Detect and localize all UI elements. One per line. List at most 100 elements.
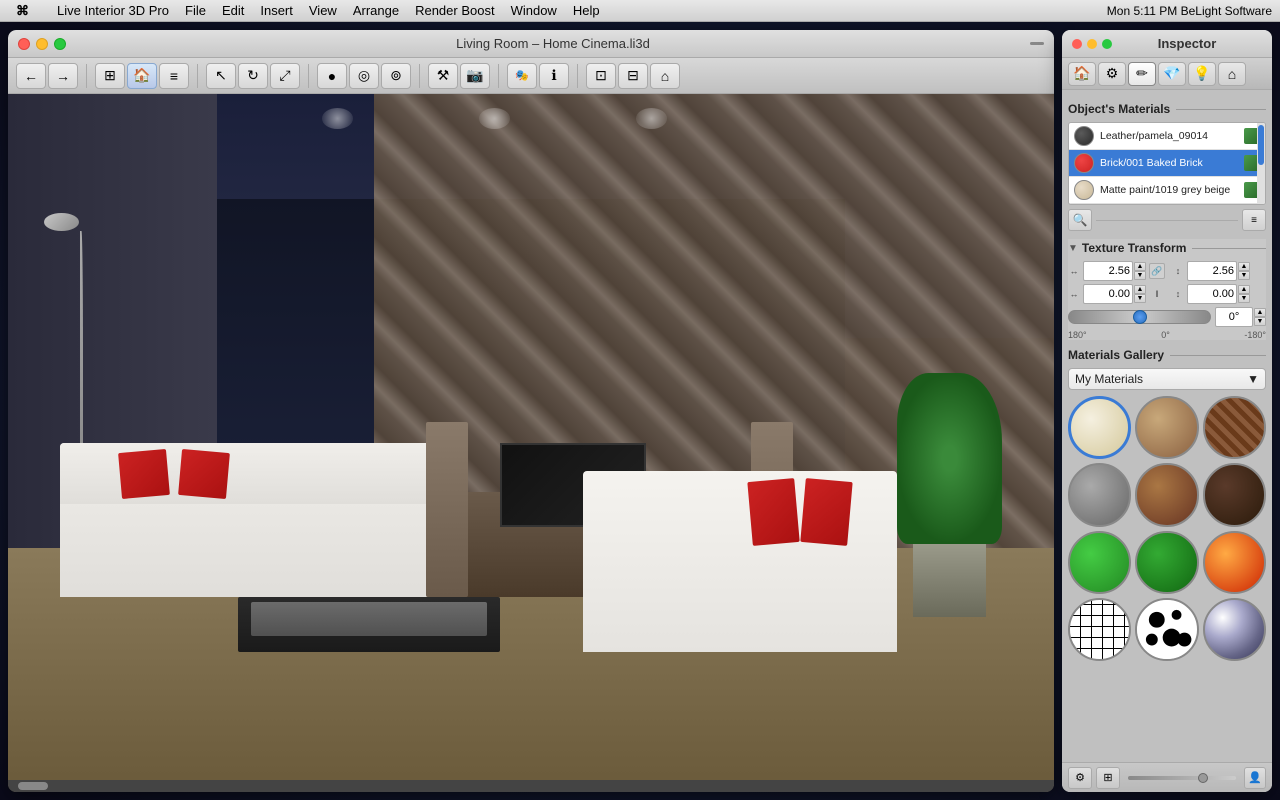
scale-y-stepper: ▲ ▼ — [1238, 262, 1250, 280]
gallery-item-7[interactable] — [1135, 531, 1198, 594]
menu-render-boost[interactable]: Render Boost — [407, 0, 503, 22]
viewport-3d[interactable] — [8, 94, 1054, 792]
back-button[interactable]: ← — [16, 63, 46, 89]
gallery-item-1[interactable] — [1135, 396, 1198, 459]
scale-y-up[interactable]: ▲ — [1238, 262, 1250, 271]
tab-settings[interactable]: ⚙ — [1098, 62, 1126, 86]
menubar-clock: Mon 5:11 PM BeLight Software — [1107, 4, 1272, 18]
gallery-item-9[interactable] — [1068, 598, 1131, 661]
gallery-item-3[interactable] — [1068, 463, 1131, 526]
offset-x-input[interactable] — [1083, 284, 1133, 304]
materials-scrollbar[interactable] — [1257, 123, 1265, 204]
rotation-slider-track[interactable] — [1068, 310, 1211, 324]
person-icon-button[interactable]: 👤 — [1244, 767, 1266, 789]
area-light-tool[interactable]: ⊚ — [381, 63, 411, 89]
menu-edit[interactable]: Edit — [214, 0, 252, 22]
collapse-button[interactable] — [1030, 42, 1044, 45]
inspector-max[interactable] — [1102, 39, 1112, 49]
rotation-slider-thumb[interactable] — [1133, 310, 1147, 324]
list-button[interactable]: ≡ — [159, 63, 189, 89]
gallery-dropdown[interactable]: My Materials ▼ — [1068, 368, 1266, 390]
material-name-2: Matte paint/1019 grey beige — [1100, 184, 1238, 196]
speaker-left — [426, 422, 468, 597]
spot-light-tool[interactable]: ◎ — [349, 63, 379, 89]
gallery-item-6[interactable] — [1068, 531, 1131, 594]
menu-app[interactable]: Live Interior 3D Pro — [49, 0, 177, 22]
add-material-button[interactable]: ⚙ — [1068, 767, 1092, 789]
mat-options-button[interactable]: ≡ — [1242, 209, 1266, 231]
gallery-item-2[interactable] — [1203, 396, 1266, 459]
menu-file[interactable]: File — [177, 0, 214, 22]
traffic-lights — [18, 38, 66, 50]
zoom-slider-thumb[interactable] — [1198, 773, 1208, 783]
inspector-min[interactable] — [1087, 39, 1097, 49]
select-tool[interactable]: ↖ — [206, 63, 236, 89]
expand-button[interactable]: ⊞ — [1096, 767, 1120, 789]
point-light-tool[interactable]: ● — [317, 63, 347, 89]
menu-insert[interactable]: Insert — [252, 0, 301, 22]
rotate-tool[interactable]: ↻ — [238, 63, 268, 89]
scale-x-up[interactable]: ▲ — [1134, 262, 1146, 271]
tab-light[interactable]: 💡 — [1188, 62, 1216, 86]
maximize-button[interactable] — [54, 38, 66, 50]
camera-tool[interactable]: 📷 — [460, 63, 490, 89]
tab-object[interactable]: 🏠 — [1068, 62, 1096, 86]
material-item-1[interactable]: Brick/001 Baked Brick — [1069, 150, 1265, 177]
close-button[interactable] — [18, 38, 30, 50]
apple-menu[interactable]: ⌘ — [8, 0, 37, 22]
scale-y-down[interactable]: ▼ — [1238, 271, 1250, 280]
zoom-slider[interactable] — [1128, 776, 1236, 780]
minimize-button[interactable] — [36, 38, 48, 50]
render-button[interactable]: 🎭 — [507, 63, 537, 89]
gallery-item-8[interactable] — [1203, 531, 1266, 594]
tab-material[interactable]: ✏ — [1128, 62, 1156, 86]
offset-row: ↔ ▲ ▼ I ↕ ▲ ▼ — [1068, 284, 1266, 304]
view-top[interactable]: ⊡ — [586, 63, 616, 89]
section-materials-gallery: Materials Gallery — [1068, 346, 1266, 364]
rotation-stepper: ▲ ▼ — [1254, 308, 1266, 326]
gallery-item-11[interactable] — [1203, 598, 1266, 661]
offset-x-down[interactable]: ▼ — [1134, 294, 1146, 303]
scale-y-input[interactable] — [1187, 261, 1237, 281]
menu-help[interactable]: Help — [565, 0, 608, 22]
gallery-item-5[interactable] — [1203, 463, 1266, 526]
offset-y-up[interactable]: ▲ — [1238, 285, 1250, 294]
tab-texture[interactable]: 💎 — [1158, 62, 1186, 86]
scale-x-input[interactable] — [1083, 261, 1133, 281]
viewport-hscrollbar[interactable] — [8, 780, 1054, 792]
inspector-close[interactable] — [1072, 39, 1082, 49]
rotation-down[interactable]: ▼ — [1254, 317, 1266, 326]
offset-y-input[interactable] — [1187, 284, 1237, 304]
offset-x-up[interactable]: ▲ — [1134, 285, 1146, 294]
menu-arrange[interactable]: Arrange — [345, 0, 407, 22]
gallery-dropdown-value: My Materials — [1075, 372, 1143, 386]
gallery-item-10[interactable] — [1135, 598, 1198, 661]
offset-y-input-wrap: ▲ ▼ — [1187, 284, 1250, 304]
material-item-0[interactable]: Leather/pamela_09014 — [1069, 123, 1265, 150]
info-button[interactable]: ℹ — [539, 63, 569, 89]
view-home[interactable]: ⌂ — [650, 63, 680, 89]
material-item-2[interactable]: Matte paint/1019 grey beige — [1069, 177, 1265, 204]
scale-x-down[interactable]: ▼ — [1134, 271, 1146, 280]
section-objects-materials: Object's Materials — [1068, 100, 1266, 118]
eyedropper-button[interactable]: 🔍 — [1068, 209, 1092, 231]
gallery-item-4[interactable] — [1135, 463, 1198, 526]
coffee-table — [238, 597, 500, 653]
build-tool[interactable]: ⚒ — [428, 63, 458, 89]
section-label-gallery: Materials Gallery — [1068, 348, 1164, 362]
3d-button[interactable]: 🏠 — [127, 63, 157, 89]
rotation-input[interactable] — [1215, 307, 1253, 327]
menu-window[interactable]: Window — [503, 0, 565, 22]
link-icon[interactable]: 🔗 — [1149, 263, 1165, 279]
view-3d[interactable]: ⊟ — [618, 63, 648, 89]
menu-view[interactable]: View — [301, 0, 345, 22]
resize-tool[interactable]: ⤢ — [270, 63, 300, 89]
gallery-item-0[interactable] — [1068, 396, 1131, 459]
collapse-icon[interactable]: ▼ — [1068, 243, 1078, 254]
tab-room[interactable]: ⌂ — [1218, 62, 1246, 86]
offset-y-down[interactable]: ▼ — [1238, 294, 1250, 303]
forward-button[interactable]: → — [48, 63, 78, 89]
floorplan-button[interactable]: ⊞ — [95, 63, 125, 89]
materials-scroll-thumb — [1258, 125, 1264, 165]
rotation-up[interactable]: ▲ — [1254, 308, 1266, 317]
